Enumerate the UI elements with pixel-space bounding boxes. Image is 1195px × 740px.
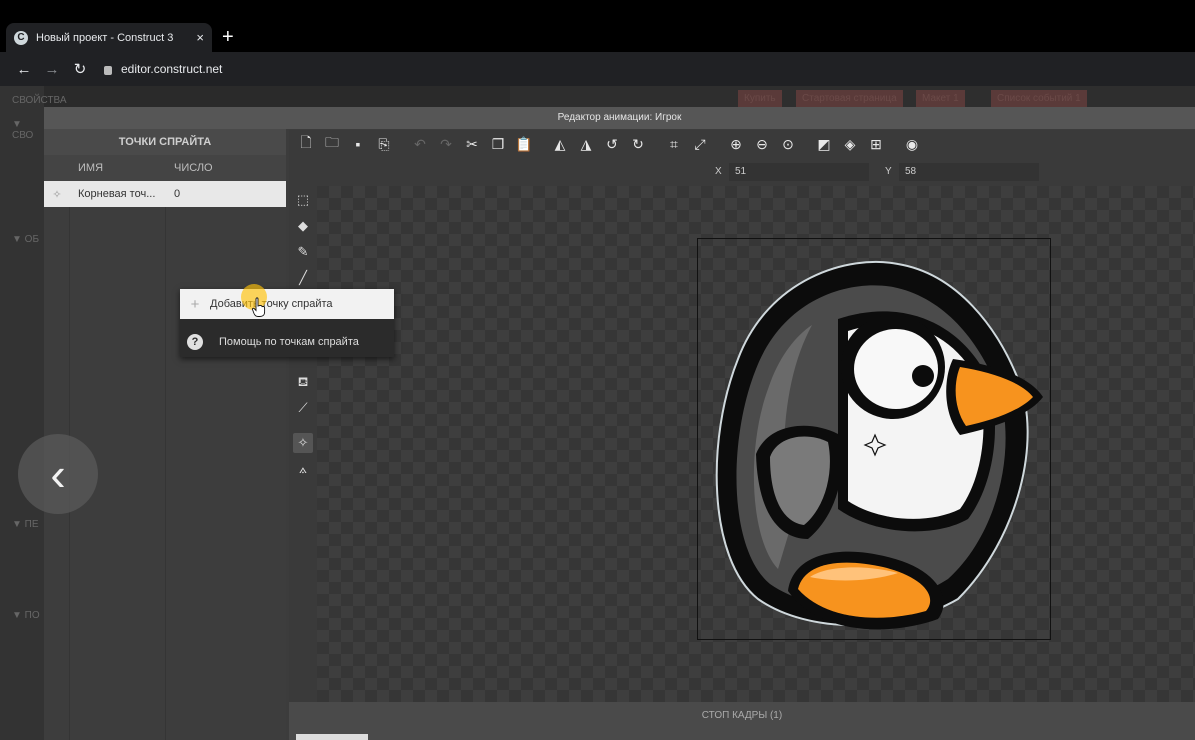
animation-toolbar: 🗋 🗀 ▪ ⎘ ↶ ↷ ✂ ❐ 📋 ◭ ◮ ↺ ↻ ⌗ ⤢ ⊕ ⊖ ⊙ ◩ ◈ … [289, 130, 1195, 158]
copy-icon[interactable]: ❐ [485, 136, 511, 153]
collision-poly-icon[interactable]: ⟑ [293, 459, 313, 479]
tab-event-sheet[interactable]: Список событий 1 [991, 90, 1087, 108]
sprite-frame [697, 238, 1051, 640]
coordinate-bar: X 51 Y 58 [289, 158, 1195, 186]
eraser-icon[interactable]: ◆ [293, 216, 313, 236]
new-tab-button[interactable]: + [222, 26, 234, 48]
zoom-reset-icon[interactable]: ⊙ [775, 136, 801, 153]
tab-start-page[interactable]: Стартовая страница [796, 90, 903, 108]
frame-thumbnail[interactable] [296, 734, 368, 740]
properties-label: СВОЙСТВА [12, 95, 67, 106]
sprite-points-header: ТОЧКИ СПРАЙТА [44, 129, 286, 155]
preview-icon[interactable]: ◉ [899, 136, 925, 153]
sprite-points-help-item[interactable]: ? Помощь по точкам спрайта [180, 327, 394, 357]
resize-icon[interactable]: ⤢ [687, 136, 713, 153]
animation-frames-panel: СТОП КАДРЫ (1) [289, 702, 1195, 740]
url-field[interactable]: editor.construct.net [104, 62, 222, 76]
x-input[interactable]: 51 [729, 163, 869, 181]
url-text: editor.construct.net [121, 62, 223, 76]
context-menu: + Добавить точку спрайта ? Помощь по точ… [180, 289, 394, 357]
sprite-canvas[interactable] [317, 186, 1195, 702]
penguin-sprite [715, 260, 1043, 630]
flip-vertical-icon[interactable]: ◮ [573, 136, 599, 153]
rect-select-icon[interactable]: ⬚ [293, 190, 313, 210]
dialog-title: Редактор анимации: Игрок [44, 107, 1195, 129]
y-input[interactable]: 58 [899, 163, 1039, 181]
forward-arrow-icon[interactable]: → [38, 61, 66, 78]
y-label: Y [885, 166, 892, 177]
save-icon[interactable]: ▪ [345, 136, 371, 152]
flip-horizontal-icon[interactable]: ◭ [547, 136, 573, 153]
layers-icon[interactable]: ◈ [837, 136, 863, 153]
point-name: Корневая точ... [78, 188, 156, 200]
undo-icon[interactable]: ↶ [407, 136, 433, 153]
fill-icon[interactable]: ⛾ [293, 372, 313, 392]
frames-title: СТОП КАДРЫ (1) [701, 710, 783, 721]
section-label: ▼ СВО [12, 119, 34, 141]
image-point-tool-icon[interactable]: ✧ [293, 433, 313, 453]
browser-tabbar: C Новый проект - Construct 3 × + [0, 0, 1195, 52]
menu-item-label: Помощь по точкам спрайта [219, 336, 359, 348]
x-label: X [715, 166, 722, 177]
tab-close-icon[interactable]: × [196, 30, 204, 45]
rotate-cw-icon[interactable]: ↻ [625, 136, 651, 153]
sprite-points-panel: ТОЧКИ СПРАЙТА ИМЯ ЧИСЛО ✧ Корневая точ..… [44, 129, 286, 740]
drawing-tools: ⬚ ◆ ✎ ╱ ⛾ ⟋ ✧ ⟑ [289, 186, 317, 702]
zoom-in-icon[interactable]: ⊕ [723, 136, 749, 153]
new-file-icon[interactable]: 🗋 [293, 132, 319, 156]
section-label: ▼ ПО [12, 610, 40, 621]
column-divider [165, 207, 166, 740]
open-folder-icon[interactable]: 🗀 [319, 132, 345, 156]
grid-icon[interactable]: ⊞ [863, 136, 889, 153]
tab-buy[interactable]: Купить [738, 90, 782, 108]
help-icon: ? [187, 334, 203, 350]
tab-title: Новый проект - Construct 3 [36, 31, 174, 44]
redo-icon[interactable]: ↷ [433, 136, 459, 153]
address-bar: ← → ↻ editor.construct.net [0, 52, 1195, 86]
point-number: 0 [174, 188, 181, 200]
column-name: ИМЯ [78, 162, 104, 174]
hand-cursor-icon [252, 297, 266, 317]
rotate-ccw-icon[interactable]: ↺ [599, 136, 625, 153]
export-icon[interactable]: ⎘ [371, 136, 397, 153]
eyedropper-icon[interactable]: ⟋ [293, 398, 313, 418]
origin-point-icon: ✧ [52, 188, 62, 201]
chevron-left-icon[interactable]: ‹ [18, 434, 98, 514]
lock-icon [104, 65, 112, 75]
pencil-icon[interactable]: ✎ [293, 242, 313, 262]
reload-icon[interactable]: ↻ [66, 60, 94, 78]
add-sprite-point-item[interactable]: + Добавить точку спрайта [180, 289, 394, 319]
zoom-out-icon[interactable]: ⊖ [749, 136, 775, 153]
properties-panel: СВОЙСТВА ▼ СВО ▼ ОБ ▼ ПЕ ▼ ПО [0, 86, 67, 740]
section-label: ▼ ПЕ [12, 519, 39, 530]
tab-layout[interactable]: Макет 1 [916, 90, 965, 108]
crop-icon[interactable]: ⌗ [661, 136, 687, 153]
points-column-headers: ИМЯ ЧИСЛО [44, 155, 286, 181]
back-arrow-icon[interactable]: ← [10, 61, 38, 78]
column-number: ЧИСЛО [174, 162, 213, 174]
construct-favicon-icon: C [14, 30, 28, 45]
paste-icon[interactable]: 📋 [511, 136, 537, 153]
menu-item-label: Добавить точку спрайта [210, 298, 333, 310]
color-mode-icon[interactable]: ◩ [811, 136, 837, 153]
section-label: ▼ ОБ [12, 234, 40, 245]
sprite-point-row[interactable]: ✧ Корневая точ... 0 [44, 181, 286, 207]
plus-icon: + [190, 295, 200, 313]
browser-tab[interactable]: C Новый проект - Construct 3 × [6, 23, 212, 52]
cut-icon[interactable]: ✂ [459, 136, 485, 153]
brush-icon[interactable]: ╱ [293, 268, 313, 288]
